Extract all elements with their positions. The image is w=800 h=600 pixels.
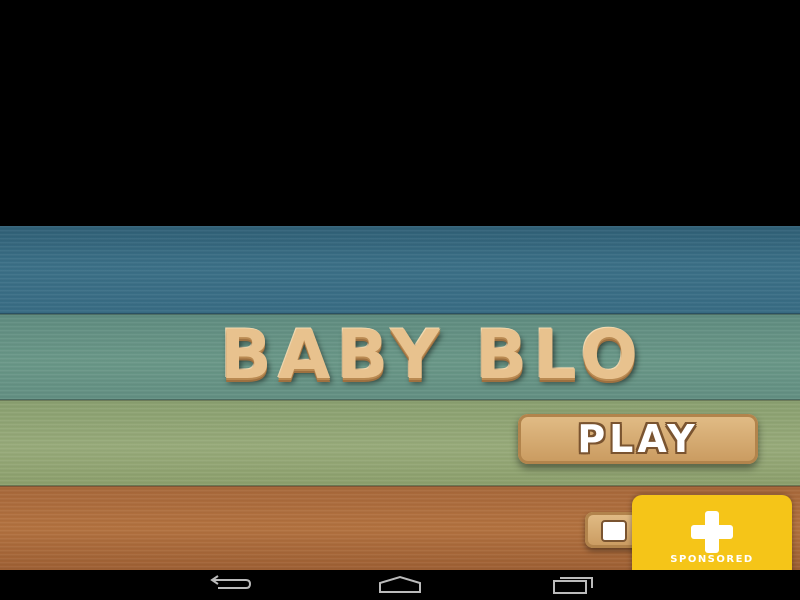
letterbox-black-area: [0, 0, 800, 226]
plank-seam: [0, 313, 800, 315]
recent-apps-button[interactable]: [547, 574, 597, 596]
plank-seam: [0, 485, 800, 487]
sponsored-label: SPONSORED: [670, 554, 754, 565]
sponsored-button[interactable]: SPONSORED: [632, 495, 792, 575]
back-button[interactable]: [204, 574, 254, 596]
home-button[interactable]: [375, 574, 425, 596]
game-title: BABY BLO: [220, 316, 645, 395]
wood-plank-blue: [0, 226, 800, 314]
back-arrow-icon: [210, 575, 252, 589]
android-navigation-bar: [0, 570, 800, 600]
play-button-label: PLAY: [577, 417, 699, 461]
play-button[interactable]: PLAY: [518, 414, 758, 464]
home-icon: [379, 575, 421, 593]
plank-seam: [0, 399, 800, 401]
plus-icon: [689, 509, 735, 555]
recent-apps-icon: [553, 577, 593, 594]
